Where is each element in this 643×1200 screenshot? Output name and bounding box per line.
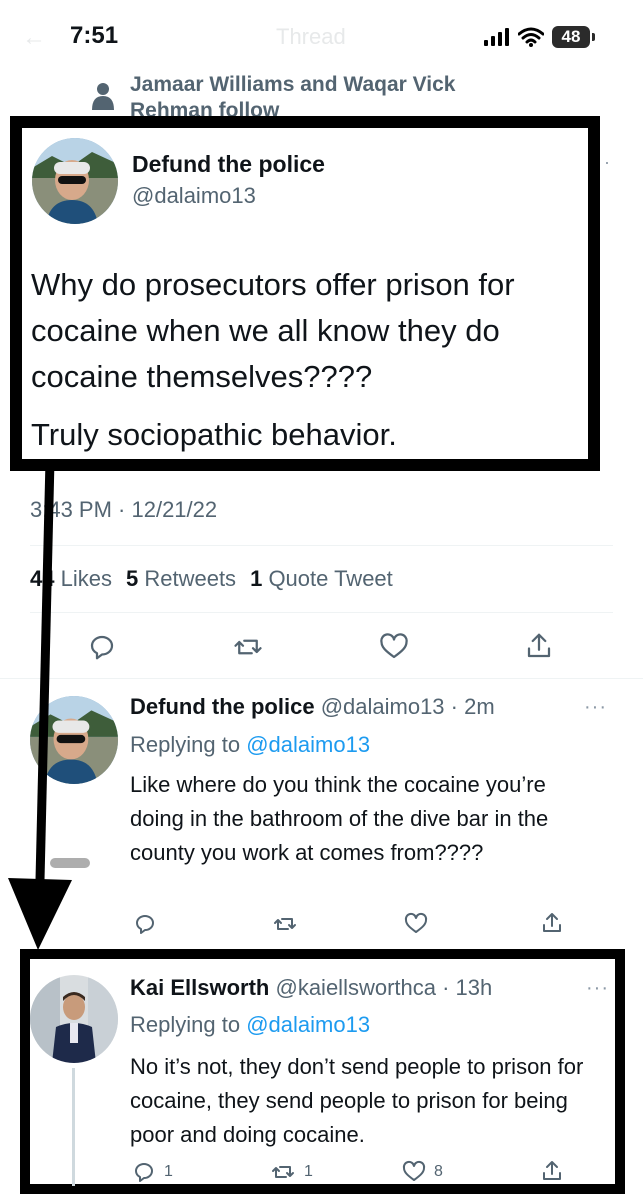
replying-to-link[interactable]: @dalaimo13	[246, 732, 370, 757]
person-icon	[92, 83, 114, 110]
page-title: Thread	[276, 24, 346, 49]
share-icon[interactable]	[540, 1158, 564, 1184]
battery-level: 48	[561, 27, 581, 46]
comment-icon[interactable]	[133, 912, 157, 936]
replying-to: Replying to @dalaimo13	[130, 1012, 370, 1038]
annotation-arrow	[8, 460, 72, 950]
retweet-icon[interactable]	[232, 632, 264, 662]
retweet-count: 1	[304, 1163, 313, 1180]
like-action[interactable]: 8	[402, 1160, 443, 1184]
retweets-label: Retweets	[144, 566, 237, 591]
reply-header: Kai Ellsworth @kaiellsworthca · 13h	[130, 975, 492, 1001]
heart-icon[interactable]	[379, 632, 409, 662]
status-icons: 48	[484, 24, 595, 50]
avatar[interactable]	[30, 975, 118, 1063]
author-name[interactable]: Defund the police	[132, 151, 325, 178]
author-name[interactable]: Defund the police	[130, 694, 315, 719]
quotes-count: 1	[250, 566, 263, 591]
more-icon[interactable]: ·	[604, 152, 610, 173]
retweet-icon[interactable]	[272, 912, 298, 936]
reply-text: No it’s not, they don’t send people to p…	[130, 1054, 584, 1147]
retweet-action[interactable]: 1	[270, 1160, 313, 1184]
reply-time: · 13h	[442, 975, 493, 1000]
replying-to-link[interactable]: @dalaimo13	[246, 1012, 370, 1037]
reply-time: · 2m	[450, 694, 495, 719]
reply-text: Like where do you think the cocaine you’…	[130, 772, 549, 865]
reply-header: Defund the police @dalaimo13 · 2m	[130, 694, 495, 720]
heart-icon[interactable]	[404, 912, 428, 936]
thread-line	[72, 1068, 75, 1186]
replying-to-label: Replying to	[130, 732, 241, 757]
status-time: 7:51	[70, 22, 119, 49]
author-name[interactable]: Kai Ellsworth	[130, 975, 269, 1000]
quotes-label: Quote Tweet	[268, 566, 393, 591]
author-handle[interactable]: @kaiellsworthca	[275, 975, 436, 1000]
signal-icon	[484, 28, 509, 46]
tweet-text-line-2: Truly sociopathic behavior.	[31, 417, 397, 452]
author-handle[interactable]: @dalaimo13	[321, 694, 445, 719]
heart-icon[interactable]	[402, 1160, 426, 1184]
more-icon[interactable]: ···	[586, 977, 609, 1000]
reply-count: 1	[164, 1163, 173, 1180]
comment-icon[interactable]	[132, 1160, 156, 1184]
reply-action[interactable]: 1	[132, 1160, 173, 1184]
retweet-icon[interactable]	[270, 1160, 296, 1184]
more-icon[interactable]: ···	[584, 696, 607, 719]
replying-to-label: Replying to	[130, 1012, 241, 1037]
author-handle[interactable]: @dalaimo13	[132, 183, 256, 209]
battery-icon: 48	[552, 26, 595, 48]
wifi-icon	[518, 27, 544, 47]
avatar[interactable]	[32, 138, 118, 224]
replying-to: Replying to @dalaimo13	[130, 732, 370, 758]
share-icon[interactable]	[524, 630, 554, 662]
like-count: 8	[434, 1163, 443, 1180]
retweets-count: 5	[125, 566, 139, 591]
back-arrow-icon[interactable]: ←	[22, 24, 46, 52]
quotes-stat[interactable]: 1 Quote Tweet	[250, 566, 393, 592]
tweet-text: Why do prosecutors offer prison for coca…	[31, 267, 515, 394]
share-icon[interactable]	[540, 910, 564, 936]
retweets-stat[interactable]: 5 Retweets	[126, 566, 236, 592]
